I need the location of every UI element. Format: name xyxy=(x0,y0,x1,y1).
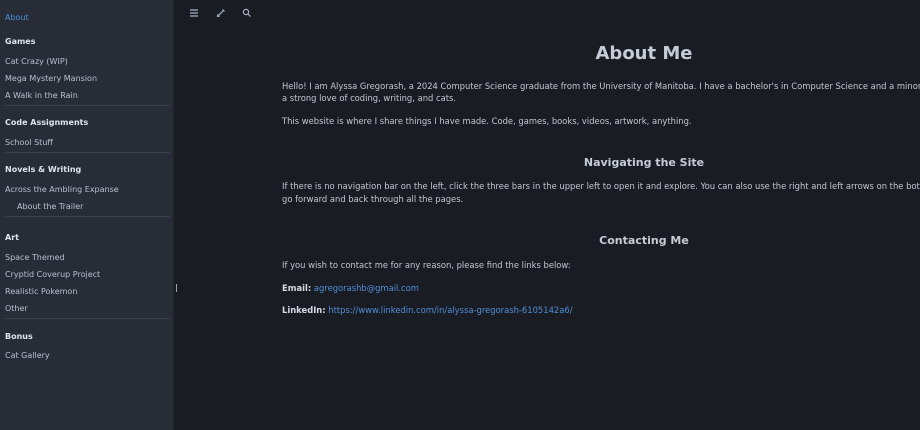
sidebar-section-bonus: Bonus xyxy=(5,332,33,341)
sidebar-divider xyxy=(5,318,170,319)
sidebar-section-games: Games xyxy=(5,37,36,46)
sidebar-section-code-assignments: Code Assignments xyxy=(5,118,89,127)
sidebar-item-cat-crazy[interactable]: Cat Crazy (WIP) xyxy=(5,57,68,66)
sidebar: About Games Cat Crazy (WIP) Mega Mystery… xyxy=(0,0,174,430)
sidebar-item-realistic-pokemon[interactable]: Realistic Pokemon xyxy=(5,287,77,296)
sidebar-item-about-the-trailer[interactable]: About the Trailer xyxy=(17,202,83,211)
sidebar-item-school-stuff[interactable]: School Stuff xyxy=(5,138,53,147)
sidebar-divider xyxy=(5,216,170,217)
website-text: This website is where I share things I h… xyxy=(282,116,692,126)
sidebar-divider xyxy=(5,105,170,106)
sidebar-item-cryptid-coverup-project[interactable]: Cryptid Coverup Project xyxy=(5,270,100,279)
sidebar-item-a-walk-in-the-rain[interactable]: A Walk in the Rain xyxy=(5,91,78,100)
contact-intro-text: If you wish to contact me for any reason… xyxy=(282,260,571,270)
email-label: Email: xyxy=(282,283,312,293)
sidebar-item-across-the-ambling-expanse[interactable]: Across the Ambling Expanse xyxy=(5,185,119,194)
sidebar-section-novels-writing: Novels & Writing xyxy=(5,165,82,174)
navigation-text-line-2: go forward and back through all the page… xyxy=(282,194,464,204)
email-link[interactable]: agregorashb@gmail.com xyxy=(314,283,419,293)
intro-text-line-2: a strong love of coding, writing, and ca… xyxy=(282,93,457,103)
intro-text-line-1: Hello! I am Alyssa Gregorash, a 2024 Com… xyxy=(282,81,920,91)
sidebar-item-space-themed[interactable]: Space Themed xyxy=(5,253,65,262)
sidebar-item-mega-mystery-mansion[interactable]: Mega Mystery Mansion xyxy=(5,74,97,83)
linkedin-link[interactable]: https://www.linkedin.com/in/alyssa-grego… xyxy=(328,305,572,315)
sidebar-item-other[interactable]: Other xyxy=(5,304,28,313)
linkedin-label: LinkedIn: xyxy=(282,305,326,315)
sidebar-section-art: Art xyxy=(5,233,19,242)
sidebar-divider xyxy=(5,152,170,153)
linkedin-row: LinkedIn: https://www.linkedin.com/in/al… xyxy=(282,304,920,316)
sidebar-item-about[interactable]: About xyxy=(5,13,29,22)
sidebar-item-cat-gallery[interactable]: Cat Gallery xyxy=(5,351,50,360)
email-row: Email: agregorashb@gmail.com xyxy=(282,282,920,294)
navigating-heading: Navigating the Site xyxy=(583,156,705,169)
page-title: About Me xyxy=(595,43,693,64)
main-content: About Me Hello! I am Alyssa Gregorash, a… xyxy=(174,0,920,430)
contacting-heading: Contacting Me xyxy=(599,234,689,247)
navigation-text-line-1: If there is no navigation bar on the lef… xyxy=(282,181,920,191)
